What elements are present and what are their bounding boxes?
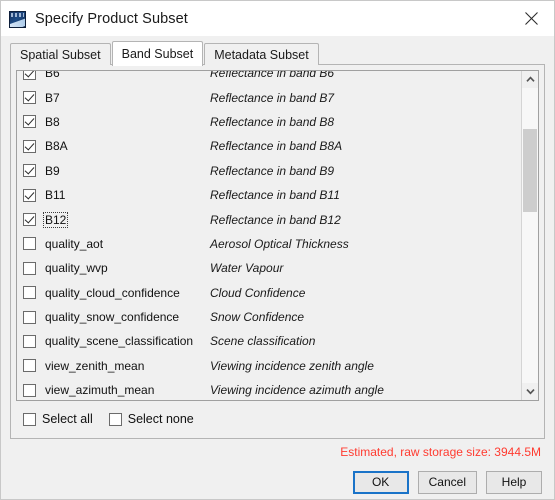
band-checkbox[interactable] xyxy=(23,237,36,251)
band-description: Reflectance in band B6 xyxy=(210,71,335,81)
band-name: quality_cloud_confidence xyxy=(45,285,180,300)
band-row[interactable]: view_azimuth_mean Viewing incidence azimu… xyxy=(17,378,521,400)
chevron-down-icon[interactable] xyxy=(522,383,538,400)
band-name: B8 xyxy=(45,114,60,129)
band-description: Water Vapour xyxy=(210,261,284,276)
select-all-checkbox[interactable]: Select all xyxy=(23,412,93,426)
band-checkbox[interactable] xyxy=(23,261,36,275)
close-icon[interactable] xyxy=(509,1,554,36)
band-checkbox[interactable] xyxy=(23,334,36,348)
title-bar: Specify Product Subset xyxy=(1,1,554,36)
band-description: Reflectance in band B7 xyxy=(210,90,335,105)
band-list-viewport: B6 Reflectance in band B6 B7 Reflectance in… xyxy=(17,71,521,400)
band-row[interactable]: B9 Reflectance in band B9 xyxy=(17,159,521,183)
band-name: B7 xyxy=(45,90,60,105)
band-name: quality_snow_confidence xyxy=(45,310,180,325)
band-checkbox[interactable] xyxy=(23,115,36,129)
storage-status-text: Estimated, raw storage size: 3944.5M xyxy=(340,445,541,459)
band-name: quality_scene_classification xyxy=(45,334,194,349)
tab-spatial-subset[interactable]: Spatial Subset xyxy=(10,43,111,65)
scrollbar-thumb[interactable] xyxy=(523,129,537,212)
band-subset-panel: B6 Reflectance in band B6 B7 Reflectance in… xyxy=(10,65,545,439)
band-name: B12 xyxy=(43,211,69,228)
band-name: B9 xyxy=(45,163,60,178)
band-checkbox[interactable] xyxy=(23,383,36,397)
band-checkbox[interactable] xyxy=(23,139,36,153)
band-name: B11 xyxy=(45,188,66,203)
window-title: Specify Product Subset xyxy=(35,10,188,27)
band-description: Viewing incidence zenith angle xyxy=(210,358,374,373)
band-row[interactable]: B11 Reflectance in band B11 xyxy=(17,183,521,207)
select-none-label: Select none xyxy=(127,412,194,426)
band-description: Aerosol Optical Thickness xyxy=(210,236,349,251)
band-name: quality_wvp xyxy=(45,261,108,276)
band-description: Reflectance in band B11 xyxy=(210,188,340,203)
specify-product-subset-dialog: Specify Product Subset Spatial Subset Ba… xyxy=(0,0,555,500)
band-checkbox[interactable] xyxy=(23,310,36,324)
band-description: Reflectance in band B9 xyxy=(210,163,335,178)
band-description: Reflectance in band B12 xyxy=(210,212,341,227)
select-controls: Select all Select none xyxy=(16,401,539,433)
band-description: Cloud Confidence xyxy=(210,285,306,300)
band-checkbox[interactable] xyxy=(23,71,36,80)
band-row[interactable]: B12 Reflectance in band B12 xyxy=(17,207,521,231)
dialog-buttons: OK Cancel Help xyxy=(1,465,554,499)
band-checkbox[interactable] xyxy=(23,286,36,300)
select-all-label: Select all xyxy=(42,412,93,426)
band-name: B8A xyxy=(45,139,68,154)
scrollbar-track[interactable] xyxy=(522,88,538,383)
checkbox-box xyxy=(108,412,122,426)
band-list-rows: B6 Reflectance in band B6 B7 Reflectance in… xyxy=(17,71,521,400)
band-checkbox[interactable] xyxy=(23,164,36,178)
band-description: Reflectance in band B8 xyxy=(210,114,335,129)
band-description: Viewing incidence azimuth angle xyxy=(210,383,384,398)
band-row[interactable]: B7 Reflectance in band B7 xyxy=(17,85,521,109)
band-list: B6 Reflectance in band B6 B7 Reflectance in… xyxy=(16,70,539,401)
band-list-scrollbar[interactable] xyxy=(521,71,538,400)
band-description: Reflectance in band B8A xyxy=(210,139,343,154)
band-row[interactable]: quality_cloud_confidence Cloud Confidence xyxy=(17,281,521,305)
band-row[interactable]: B8 Reflectance in band B8 xyxy=(17,110,521,134)
help-button[interactable]: Help xyxy=(486,470,542,494)
band-row[interactable]: quality_wvp Water Vapour xyxy=(17,256,521,280)
checkbox-box xyxy=(23,412,36,426)
band-name: B6 xyxy=(45,71,60,81)
band-row[interactable]: B6 Reflectance in band B6 xyxy=(17,71,521,85)
band-row[interactable]: view_zenith_mean Viewing incidence zenith… xyxy=(17,354,521,378)
band-name: quality_aot xyxy=(45,236,104,251)
tab-metadata-subset[interactable]: Metadata Subset xyxy=(204,43,319,65)
storage-status: Estimated, raw storage size: 3944.5M xyxy=(1,439,554,465)
chevron-up-icon[interactable] xyxy=(522,71,538,88)
select-none-checkbox[interactable]: Select none xyxy=(108,412,194,426)
band-checkbox[interactable] xyxy=(23,91,36,105)
band-checkbox[interactable] xyxy=(23,188,36,202)
band-name: view_zenith_mean xyxy=(45,358,145,373)
snap-app-icon xyxy=(9,10,26,28)
tab-strip: Spatial Subset Band Subset Metadata Subs… xyxy=(1,36,554,66)
band-row[interactable]: quality_aot Aerosol Optical Thickness xyxy=(17,232,521,256)
band-checkbox[interactable] xyxy=(23,213,36,227)
band-name: view_azimuth_mean xyxy=(45,383,155,398)
band-checkbox[interactable] xyxy=(23,359,36,373)
ok-button[interactable]: OK xyxy=(352,470,409,494)
band-description: Scene classification xyxy=(210,334,316,349)
cancel-button[interactable]: Cancel xyxy=(417,470,477,494)
band-row[interactable]: quality_snow_confidence Snow Confidence xyxy=(17,305,521,329)
band-row[interactable]: B8A Reflectance in band B8A xyxy=(17,134,521,158)
band-row[interactable]: quality_scene_classification Scene classi… xyxy=(17,329,521,353)
tab-band-subset[interactable]: Band Subset xyxy=(111,41,204,66)
band-description: Snow Confidence xyxy=(210,310,305,325)
